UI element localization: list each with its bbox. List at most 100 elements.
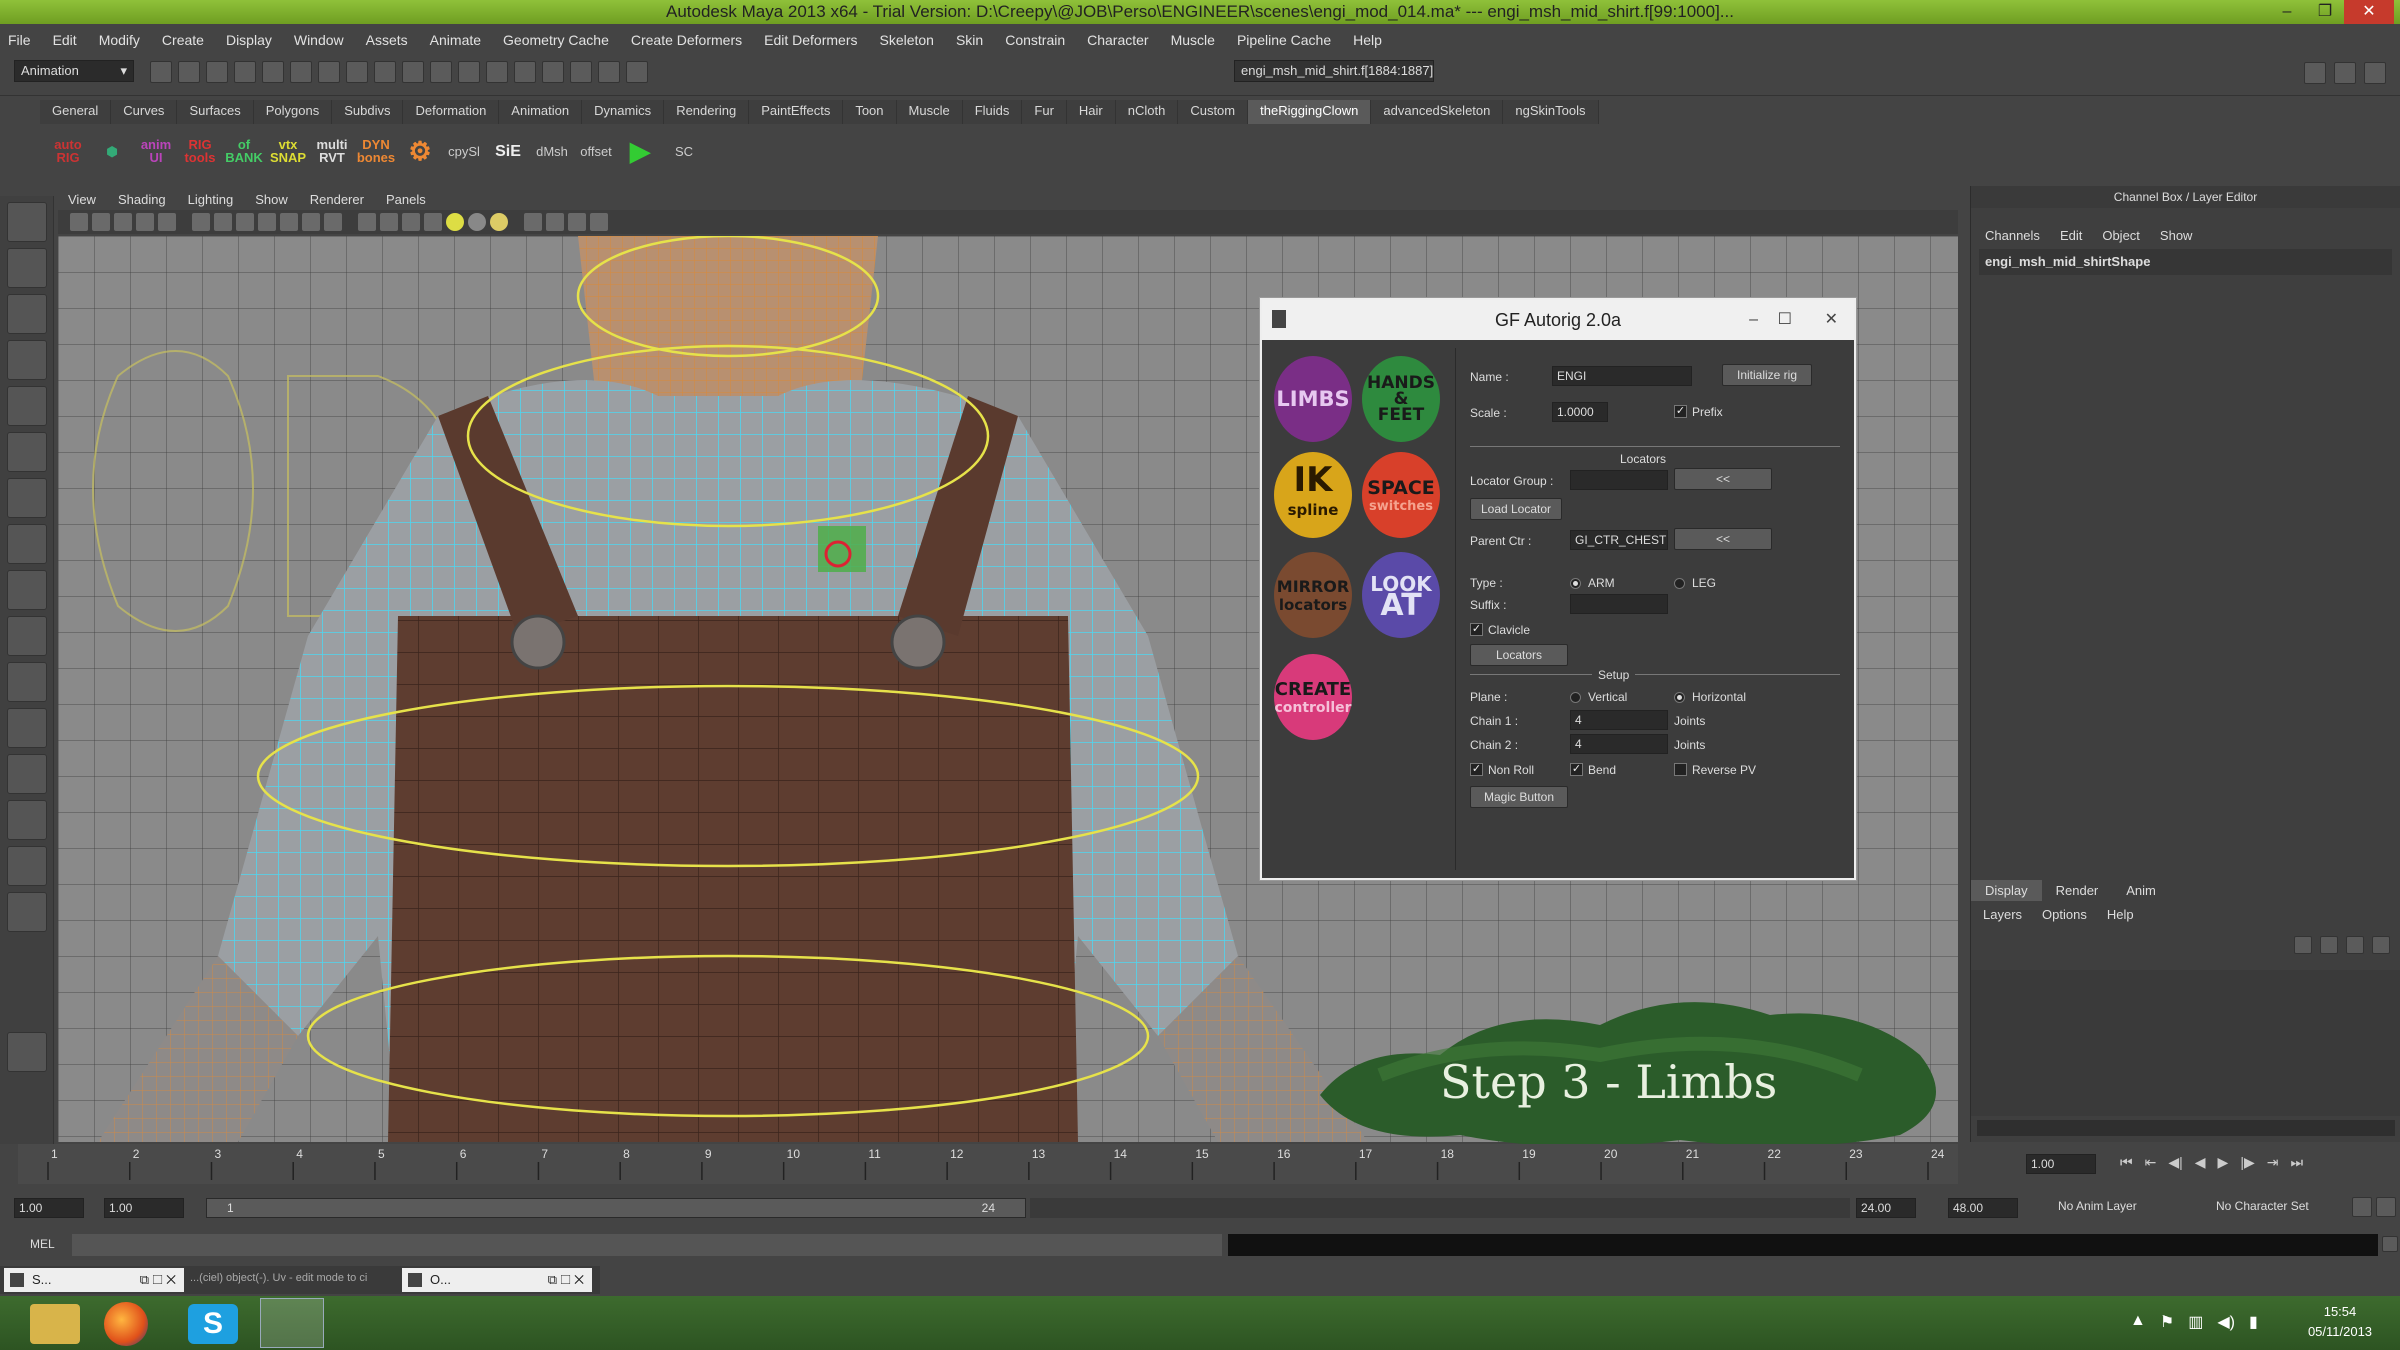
show-tool-settings-icon[interactable] — [2334, 62, 2356, 84]
step-back-frame-icon[interactable]: ◀| — [2168, 1154, 2182, 1171]
name-field[interactable]: ENGI — [1552, 366, 1692, 386]
chain1-field[interactable]: 4 — [1570, 710, 1668, 730]
dialog-close-button[interactable]: ✕ — [1825, 300, 1838, 340]
tab-theriggingclown[interactable]: theRiggingClown — [1248, 100, 1372, 124]
type-arm-radio[interactable] — [1570, 578, 1581, 589]
manipulator-tool-icon[interactable] — [7, 478, 47, 518]
mel-input[interactable] — [72, 1234, 1222, 1256]
time-slider[interactable]: 1 2 3 4 5 6 7 8 9 10 11 12 13 14 15 16 17 18 19 20 21 22 23 24 — [18, 1144, 1958, 1184]
perspective-graph-layout-icon[interactable] — [7, 800, 47, 840]
clock[interactable]: 15:54 05/11/2013 — [2290, 1302, 2390, 1342]
camera-select-icon[interactable] — [70, 213, 88, 231]
menu-edit-deformers[interactable]: Edit Deformers — [764, 32, 857, 48]
camera-attributes-icon[interactable] — [92, 213, 110, 231]
prefix-checkbox[interactable]: ✓ — [1674, 405, 1687, 418]
playback-start-field[interactable]: 1.00 — [104, 1198, 184, 1218]
scale-field[interactable]: 1.0000 — [1552, 402, 1608, 422]
motion-blur-icon[interactable] — [590, 213, 608, 231]
reverse-pv-checkbox[interactable] — [1674, 763, 1687, 776]
render-settings-icon[interactable] — [570, 61, 592, 83]
animation-end-field[interactable]: 48.00 — [1948, 1198, 2018, 1218]
layer-scrollbar[interactable] — [1977, 1120, 2395, 1136]
menu-display[interactable]: Display — [226, 32, 272, 48]
rotate-tool-icon[interactable] — [7, 386, 47, 426]
bend-checkbox[interactable]: ✓ — [1570, 763, 1583, 776]
tab-custom[interactable]: Custom — [1178, 100, 1249, 124]
tab-polygons[interactable]: Polygons — [253, 100, 333, 124]
dmsh-icon[interactable]: dMsh — [532, 129, 572, 173]
locator-group-field[interactable] — [1570, 470, 1668, 490]
animation-start-field[interactable]: 1.00 — [14, 1198, 84, 1218]
tab-hair[interactable]: Hair — [1066, 100, 1116, 124]
minimized-script-editor[interactable]: S... ⧉ ☐ ✕ — [4, 1268, 184, 1292]
last-tool-icon[interactable] — [7, 616, 47, 656]
dyn-bones-icon[interactable]: DYN bones — [356, 129, 396, 173]
paint-select-tool-icon[interactable] — [7, 294, 47, 334]
menu-help[interactable]: Help — [1353, 32, 1382, 48]
menu-constrain[interactable]: Constrain — [1005, 32, 1065, 48]
space-switches-button[interactable]: SPACE switches — [1362, 452, 1440, 538]
mirror-locators-button[interactable]: MIRROR locators — [1274, 552, 1352, 638]
layer-tab-render[interactable]: Render — [2042, 880, 2113, 901]
gate-mask-icon[interactable] — [258, 213, 276, 231]
all-lights-icon[interactable] — [468, 213, 486, 231]
clavicle-checkbox[interactable]: ✓ — [1470, 623, 1483, 636]
panel-menu-lighting[interactable]: Lighting — [188, 192, 234, 207]
menu-create-deformers[interactable]: Create Deformers — [631, 32, 742, 48]
plane-vertical-radio[interactable] — [1570, 692, 1581, 703]
textured-icon[interactable] — [424, 213, 442, 231]
film-gate-icon[interactable] — [214, 213, 232, 231]
show-manipulator-icon[interactable] — [7, 570, 47, 610]
go-to-end-icon[interactable]: ⏭ — [2290, 1154, 2303, 1171]
tab-deformation[interactable]: Deformation — [403, 100, 500, 124]
chain2-field[interactable]: 4 — [1570, 734, 1668, 754]
perspective-outliner-layout-icon[interactable] — [7, 754, 47, 794]
menu-assets[interactable]: Assets — [366, 32, 408, 48]
menu-window[interactable]: Window — [294, 32, 344, 48]
menu-character[interactable]: Character — [1087, 32, 1148, 48]
tab-fur[interactable]: Fur — [1022, 100, 1067, 124]
tab-surfaces[interactable]: Surfaces — [177, 100, 254, 124]
single-perspective-layout-icon[interactable] — [7, 662, 47, 702]
channel-menu-object[interactable]: Object — [2102, 228, 2140, 243]
resolution-gate-icon[interactable] — [236, 213, 254, 231]
animation-preferences-icon[interactable] — [2376, 1197, 2396, 1217]
menu-geometry-cache[interactable]: Geometry Cache — [503, 32, 609, 48]
lock-icon[interactable] — [318, 61, 340, 83]
tab-curves[interactable]: Curves — [111, 100, 178, 124]
hypershade-layout-icon[interactable] — [7, 846, 47, 886]
panel-menu-panels[interactable]: Panels — [386, 192, 426, 207]
object-name[interactable]: engi_msh_mid_shirtShape — [1979, 249, 2392, 275]
select-component-icon[interactable] — [290, 61, 312, 83]
scale-tool-icon[interactable] — [7, 432, 47, 472]
ipr-render-icon[interactable] — [542, 61, 564, 83]
new-layer-icon[interactable] — [2294, 936, 2312, 954]
menu-muscle[interactable]: Muscle — [1171, 32, 1215, 48]
offset-icon[interactable]: offset — [576, 129, 616, 173]
shadows-icon[interactable] — [490, 213, 508, 231]
layer-menu-options[interactable]: Options — [2042, 907, 2087, 922]
restore-close-icons[interactable]: ⧉ ☐ ✕ — [548, 1268, 584, 1292]
soft-mod-tool-icon[interactable] — [7, 524, 47, 564]
wireframe-icon[interactable] — [358, 213, 376, 231]
playback-end-field[interactable]: 24.00 — [1856, 1198, 1916, 1218]
look-at-button[interactable]: LOOK AT — [1362, 552, 1440, 638]
restore-close-icons[interactable]: ⧉ ☐ ✕ — [140, 1268, 176, 1292]
panel-menu-show[interactable]: Show — [255, 192, 288, 207]
panel-menu-view[interactable]: View — [68, 192, 96, 207]
sie-icon[interactable]: SiE — [488, 129, 528, 173]
select-hierarchy-icon[interactable] — [234, 61, 256, 83]
tab-ncloth[interactable]: nCloth — [1115, 100, 1179, 124]
rvt-icon[interactable]: multi RVT — [312, 129, 352, 173]
sc-icon[interactable]: SC — [664, 129, 704, 173]
snap-curve-icon[interactable] — [374, 61, 396, 83]
rig-tools-icon[interactable]: RIG tools — [180, 129, 220, 173]
tab-animation[interactable]: Animation — [499, 100, 583, 124]
explorer-icon[interactable] — [30, 1304, 80, 1344]
field-chart-icon[interactable] — [280, 213, 298, 231]
suffix-field[interactable] — [1570, 594, 1668, 614]
magic-button[interactable]: Magic Button — [1470, 786, 1568, 808]
locator-group-load-button[interactable]: << — [1674, 468, 1772, 490]
tab-subdivs[interactable]: Subdivs — [332, 100, 404, 124]
parent-ctr-field[interactable]: GI_CTR_CHEST — [1570, 530, 1668, 550]
